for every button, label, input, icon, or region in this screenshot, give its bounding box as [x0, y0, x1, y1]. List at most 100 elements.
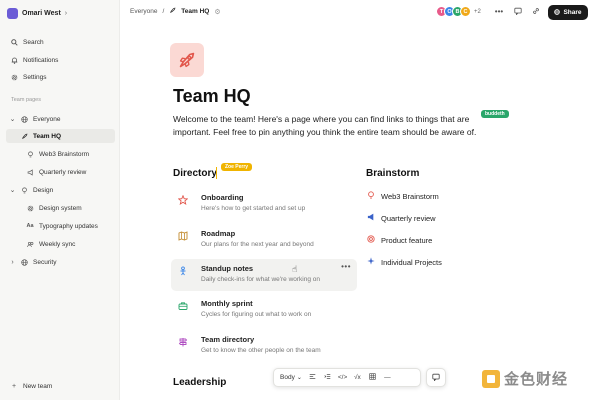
presence-count: +2: [474, 8, 481, 15]
megaphone-icon: [366, 213, 376, 223]
sidebar-item-label: Settings: [23, 73, 47, 81]
chevron-down-icon[interactable]: ⌄: [10, 115, 16, 123]
breadcrumb: Everyone / Team HQ ⚙: [130, 7, 221, 16]
chevron-right-icon[interactable]: ›: [10, 258, 15, 266]
page-intro[interactable]: Welcome to the team! Here's a page where…: [173, 113, 493, 139]
globe-icon: [20, 258, 28, 266]
presence-avatars[interactable]: T O B C +2: [436, 6, 481, 17]
brainstorm-item-label: Individual Projects: [381, 257, 442, 267]
directory-heading[interactable]: Directory: [173, 168, 217, 179]
align-left-icon[interactable]: [308, 373, 317, 382]
plus-icon: +: [11, 382, 17, 390]
breadcrumb-parent[interactable]: Everyone: [130, 8, 157, 15]
sidebar-item-label: Search: [23, 38, 44, 46]
directory-item-title: Monthly sprint: [201, 299, 253, 308]
sidebar-item-typography-updates[interactable]: Aa Typography updates: [6, 219, 116, 233]
formula-icon[interactable]: √x: [353, 374, 362, 381]
sidebar-item-security[interactable]: › Security: [6, 255, 116, 269]
avatar: C: [460, 6, 471, 17]
watermark: 金色财经: [482, 368, 568, 389]
comment-icon: [432, 373, 440, 383]
indent-icon[interactable]: [323, 373, 332, 382]
sidebar-item-label: Design system: [39, 204, 82, 212]
sidebar-item-settings[interactable]: Settings: [6, 70, 116, 84]
text-icon: Aa: [26, 223, 34, 229]
page-icon[interactable]: [170, 43, 204, 77]
more-icon[interactable]: •••: [341, 262, 351, 271]
workspace-switcher[interactable]: Omari West ›: [7, 7, 67, 19]
brainstorm-item-quarterly-review[interactable]: Quarterly review: [366, 211, 436, 225]
brainstorm-item-product-feature[interactable]: Product feature: [366, 233, 432, 247]
new-team-label: New team: [23, 382, 53, 390]
briefcase-icon: [177, 300, 189, 312]
people-icon: [26, 240, 34, 248]
sidebar-item-design-system[interactable]: Design system: [6, 201, 116, 215]
share-button[interactable]: Share: [548, 5, 588, 20]
globe-icon: [20, 115, 28, 123]
chevron-down-icon[interactable]: ⌄: [10, 186, 16, 194]
sidebar-item-label: Design: [33, 186, 54, 194]
directory-item-team-directory[interactable]: Team directory Get to know the other peo…: [171, 330, 357, 362]
brainstorm-item-individual-projects[interactable]: Individual Projects: [366, 255, 442, 269]
sidebar-item-search[interactable]: Search: [6, 35, 116, 49]
chevron-right-icon: ›: [64, 9, 68, 17]
settings-icon[interactable]: ⚙: [214, 8, 220, 16]
directory-item-standup-notes[interactable]: Standup notes Daily check-ins for what w…: [171, 259, 357, 291]
directory-item-title: Onboarding: [201, 193, 244, 202]
sidebar-item-label: Weekly sync: [39, 240, 76, 248]
directory-item-onboarding[interactable]: Onboarding Here's how to get started and…: [171, 188, 357, 220]
directory-item-desc: Our plans for the next year and beyond: [201, 241, 314, 248]
watermark-logo-icon: [482, 369, 500, 388]
section-label: Team pages: [11, 97, 41, 103]
megaphone-icon: [26, 168, 34, 176]
more-icon[interactable]: •••: [493, 7, 505, 16]
directory-item-title: Roadmap: [201, 229, 236, 238]
brainstorm-item-web3[interactable]: Web3 Brainstorm: [366, 189, 439, 203]
sidebar-item-weekly-sync[interactable]: Weekly sync: [6, 237, 116, 251]
sidebar-item-label: Everyone: [33, 115, 61, 123]
directory-item-desc: Get to know the other people on the team: [201, 347, 321, 354]
formatting-toolbar: Body ⌄ </> √x —: [273, 368, 421, 387]
leadership-heading[interactable]: Leadership: [173, 377, 226, 388]
lightbulb-icon: [20, 186, 28, 194]
text-style-label: Body: [280, 374, 295, 381]
directory-item-desc: Cycles for figuring out what to work on: [201, 311, 312, 318]
page-title[interactable]: Team HQ: [173, 86, 251, 107]
brainstorm-item-label: Web3 Brainstorm: [381, 191, 439, 201]
new-team-button[interactable]: + New team: [6, 379, 116, 393]
person-icon: [177, 265, 189, 277]
sidebar-item-design[interactable]: ⌄ Design: [6, 183, 116, 197]
code-icon[interactable]: </>: [338, 374, 347, 381]
lightbulb-icon: [366, 191, 376, 201]
text-style-dropdown[interactable]: Body ⌄: [280, 374, 302, 381]
sidebar-item-quarterly-review[interactable]: Quarterly review: [6, 165, 116, 179]
lightbulb-icon: [26, 150, 34, 158]
chat-icon[interactable]: [512, 7, 524, 17]
top-bar: Everyone / Team HQ ⚙ T O B C +2 ••• Shar…: [120, 0, 600, 26]
table-icon[interactable]: [368, 373, 377, 382]
link-icon[interactable]: [530, 7, 542, 17]
sidebar-item-notifications[interactable]: Notifications: [6, 53, 116, 67]
sidebar-item-team-hq[interactable]: Team HQ: [6, 129, 115, 143]
directory-item-desc: Daily check-ins for what we're working o…: [201, 276, 321, 283]
breadcrumb-separator: /: [162, 8, 165, 15]
signpost-icon: [177, 336, 189, 348]
star-icon: [177, 194, 189, 206]
directory-item-roadmap[interactable]: Roadmap Our plans for the next year and …: [171, 224, 357, 256]
search-icon: [10, 38, 18, 46]
comment-button[interactable]: [426, 368, 446, 387]
map-icon: [177, 230, 189, 242]
directory-item-monthly-sprint[interactable]: Monthly sprint Cycles for figuring out w…: [171, 294, 357, 326]
breadcrumb-current[interactable]: Team HQ: [181, 8, 209, 15]
share-label: Share: [563, 9, 582, 16]
gear-icon: [10, 73, 18, 81]
collaborator-cursor-tag: buddeth: [481, 110, 509, 118]
sidebar-item-web3-brainstorm[interactable]: Web3 Brainstorm: [6, 147, 116, 161]
sidebar-item-label: Notifications: [23, 56, 59, 64]
sidebar: Omari West › Search Notifications Settin…: [0, 0, 120, 400]
brainstorm-heading[interactable]: Brainstorm: [366, 168, 419, 179]
divider-icon[interactable]: —: [383, 374, 392, 381]
sidebar-item-everyone[interactable]: ⌄ Everyone: [6, 112, 116, 126]
rocket-icon: [169, 7, 176, 16]
mouse-cursor-icon: ☝: [292, 264, 298, 274]
